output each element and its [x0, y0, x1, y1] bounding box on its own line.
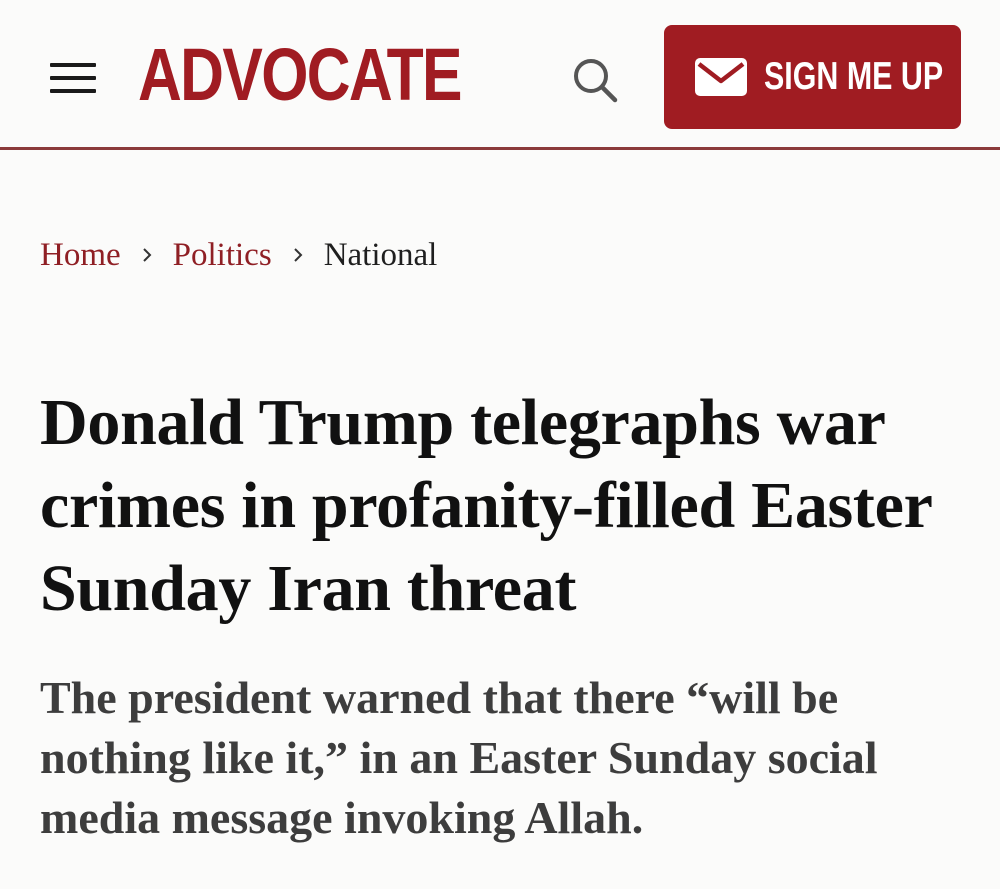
menu-bar-bottom — [50, 89, 96, 93]
site-logo[interactable]: ADVOCATE — [138, 30, 463, 120]
sign-me-up-button[interactable]: SIGN ME UP — [664, 25, 961, 129]
article-dek: The president warned that there “will be… — [40, 672, 878, 843]
breadcrumb-politics-link[interactable]: Politics — [173, 237, 272, 274]
menu-bar-top — [50, 63, 96, 67]
article-headline: Donald Trump telegraphs war crimes in pr… — [40, 386, 932, 625]
chevron-right-icon — [142, 248, 152, 262]
chevron-right-icon — [293, 248, 303, 262]
breadcrumb-current-national: National — [323, 236, 438, 273]
search-icon[interactable] — [570, 55, 620, 105]
site-header: ADVOCATE SIGN ME UP — [0, 0, 1000, 150]
sign-me-up-label: SIGN ME UP — [764, 55, 944, 98]
breadcrumb: Home Politics National — [40, 232, 437, 278]
envelope-icon — [695, 58, 747, 96]
breadcrumb-home-link[interactable]: Home — [40, 237, 121, 274]
search-icon-graphic — [574, 59, 618, 103]
hamburger-menu-icon[interactable] — [50, 63, 96, 93]
menu-bar-middle — [50, 76, 96, 80]
